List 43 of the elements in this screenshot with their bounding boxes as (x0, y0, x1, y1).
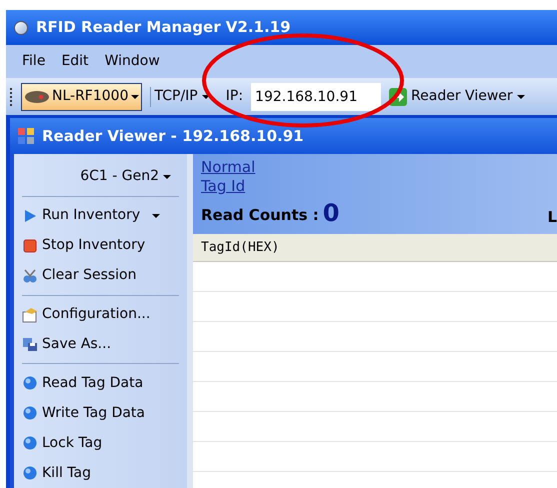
grip-icon[interactable] (10, 88, 13, 106)
window-icon (18, 128, 34, 144)
save-icon (22, 336, 38, 352)
mode-dropdown[interactable]: 6C1 - Gen2 (80, 162, 179, 192)
viewer-title: Reader Viewer - 192.168.10.91 (42, 126, 304, 147)
stop-icon (22, 238, 38, 254)
document-icon (22, 306, 38, 323)
reader-device-icon (24, 90, 50, 104)
tag-id-link[interactable]: Tag Id (201, 177, 246, 196)
scissors-icon (22, 268, 38, 284)
menu-item[interactable]: Window (104, 51, 160, 72)
ip-label: IP: (226, 87, 244, 106)
menu-item[interactable]: Edit (61, 51, 89, 72)
menu-item[interactable]: File (22, 51, 46, 72)
protocol-dropdown[interactable]: TCP/IP (154, 86, 210, 107)
caret-icon (202, 94, 210, 98)
side-menu-item[interactable]: Lock Tag (22, 428, 179, 458)
ip-field[interactable]: 192.168.10.91 (251, 82, 382, 110)
side-menu-item[interactable]: Save As... (22, 330, 179, 360)
caret-icon (516, 94, 525, 98)
side-menu-item[interactable]: Run Inventory (22, 200, 179, 231)
caret-icon (130, 94, 138, 98)
header-label: L (547, 206, 557, 228)
column-header: TagId(HEX) (201, 238, 280, 257)
side-menu-item[interactable]: Clear Session (22, 260, 179, 291)
play-icon (22, 208, 38, 224)
read-counts-value: 0 (322, 200, 340, 226)
sphere-icon (22, 375, 38, 392)
sphere-icon (22, 465, 38, 482)
side-menu-item[interactable]: Configuration... (22, 300, 179, 330)
app-icon (14, 20, 28, 34)
read-counts-label: Read Counts : (201, 204, 319, 226)
side-menu-item[interactable]: Write Tag Data (22, 398, 179, 428)
reader-viewer-button[interactable]: Reader Viewer (389, 86, 525, 107)
window-title: RFID Reader Manager V2.1.19 (36, 17, 291, 38)
side-menu-item[interactable]: Kill Tag (22, 458, 179, 488)
sphere-icon (22, 435, 38, 452)
device-dropdown[interactable]: NL-RF1000 (21, 82, 142, 110)
caret-icon (163, 174, 171, 179)
side-menu-item[interactable]: Read Tag Data (22, 368, 179, 398)
sphere-icon (22, 405, 38, 422)
side-menu-item[interactable]: Stop Inventory (22, 230, 179, 261)
mode-link[interactable]: Normal (201, 158, 256, 177)
